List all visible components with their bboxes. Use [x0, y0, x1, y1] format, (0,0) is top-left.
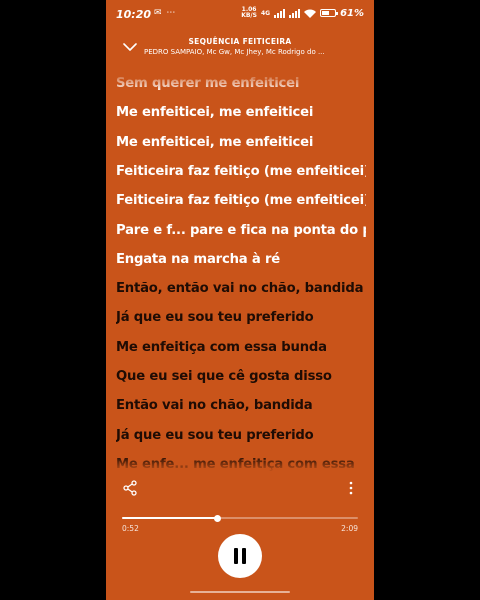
network-speed: 1.06 KB/S: [241, 7, 257, 19]
lyric-line[interactable]: Engata na marcha à ré: [116, 252, 366, 267]
lyrics-list[interactable]: Me enfe... me enfeitiça com essaJá que e…: [116, 72, 366, 472]
pause-icon: [233, 548, 247, 564]
home-indicator[interactable]: [190, 591, 290, 593]
lyric-line[interactable]: Que eu sei que cê gosta disso: [116, 369, 366, 384]
song-artists: PEDRO SAMPAIO, Mc Gw, Mc Jhey, Mc Rodrig…: [144, 48, 325, 56]
elapsed-time: 0:52: [122, 524, 139, 533]
lyric-line[interactable]: Já que eu sou teu preferido: [116, 428, 366, 443]
lyrics-fade-top: [116, 72, 366, 92]
lyric-line[interactable]: Feiticeira faz feitiço (me enfeiticei): [116, 193, 366, 208]
wifi-icon: [304, 9, 317, 18]
network-type: 4G: [260, 9, 271, 17]
progress-thumb[interactable]: [213, 514, 221, 522]
status-right: 1.06 KB/S 4G 61%: [241, 7, 364, 19]
network-speed-unit: KB/S: [241, 12, 257, 19]
battery-icon: [320, 9, 339, 17]
status-bar: 10:20 ✉ ⋯ 1.06 KB/S 4G 61%: [106, 0, 374, 26]
lyric-line[interactable]: Então vai no chão, bandida: [116, 398, 366, 413]
lyric-line[interactable]: Me enfeiticei, me enfeiticei: [116, 135, 366, 150]
progress-played: [122, 517, 218, 519]
lyrics-fade-bottom: [116, 456, 366, 472]
status-time: 10:20: [116, 8, 152, 21]
lyric-line[interactable]: Já que eu sou teu preferido: [116, 310, 366, 325]
pause-button[interactable]: [218, 534, 262, 578]
lyrics-screen: 10:20 ✉ ⋯ 1.06 KB/S 4G 61% SEQUÊNCIA FEI…: [106, 0, 374, 600]
lyric-line[interactable]: Feiticeira faz feitiço (me enfeiticei): [116, 164, 366, 179]
battery-fill: [322, 11, 329, 15]
signal-2-icon: [289, 8, 301, 18]
notification-icons: ✉ ⋯: [154, 8, 177, 18]
signal-icon: [274, 8, 286, 18]
now-playing-header: SEQUÊNCIA FEITICEIRA PEDRO SAMPAIO, Mc G…: [106, 30, 374, 70]
more-vertical-icon[interactable]: [346, 480, 356, 496]
battery-percent: 61%: [340, 7, 364, 19]
song-title: SEQUÊNCIA FEITICEIRA: [188, 37, 292, 46]
lyric-line[interactable]: Pare e f... pare e fica na ponta do pé: [116, 223, 366, 238]
lyric-line[interactable]: Me enfeitiça com essa bunda: [116, 340, 366, 355]
lyric-line[interactable]: Então, então vai no chão, bandida: [116, 281, 366, 296]
lyric-line[interactable]: Me enfeiticei, me enfeiticei: [116, 105, 366, 120]
progress-bar[interactable]: [122, 514, 358, 522]
total-time: 2:09: [341, 524, 358, 533]
share-icon[interactable]: [122, 480, 138, 496]
